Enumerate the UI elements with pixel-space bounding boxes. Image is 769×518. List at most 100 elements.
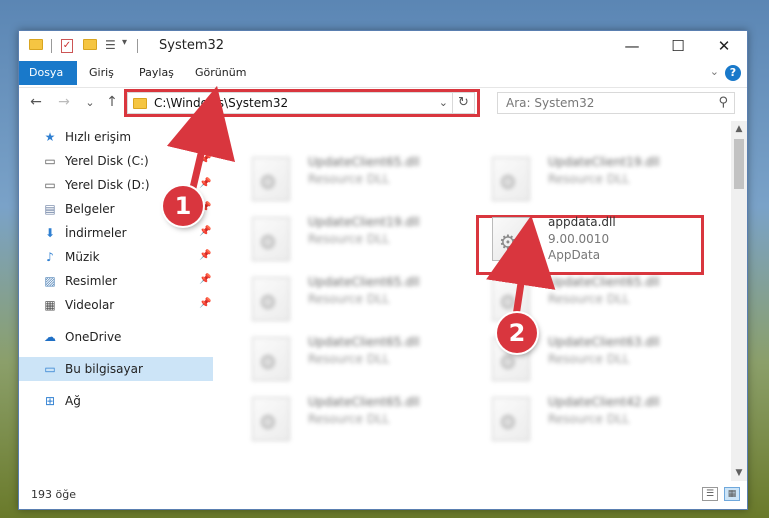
file-item[interactable]: ⚙ UpdateClient65.dll Resource DLL <box>238 331 458 383</box>
file-name: UpdateClient65.dll <box>308 155 420 169</box>
sidebar-item[interactable]: ▭ Yerel Disk (C:) 📌 <box>19 149 213 173</box>
file-description: Resource DLL <box>308 292 390 306</box>
pin-icon[interactable]: 📌 <box>199 274 211 285</box>
file-item[interactable]: ⚙ UpdateClient19.dll Resource DLL <box>238 211 458 263</box>
pin-icon[interactable]: 📌 <box>199 226 211 237</box>
dll-file-icon: ⚙ <box>252 217 290 261</box>
file-description: Resource DLL <box>548 412 630 426</box>
file-name: appdata.dll <box>548 215 616 229</box>
forward-button[interactable]: → <box>55 94 73 110</box>
file-description: Resource DLL <box>548 352 630 366</box>
divider <box>137 39 138 53</box>
videos-icon: ▦ <box>44 298 56 312</box>
sidebar-item-label: Videolar <box>65 298 115 312</box>
sidebar-item[interactable]: ☁ OneDrive <box>19 325 213 349</box>
file-item[interactable]: ⚙ appdata.dll 9.00.0010 AppData <box>478 211 698 263</box>
sidebar-item[interactable]: ▭ Bu bilgisayar <box>19 357 213 381</box>
file-name: UpdateClient65.dll <box>308 395 420 409</box>
folder-icon <box>29 39 43 50</box>
title-bar: ✓ ☰ ▾ System32 — ☐ ✕ <box>19 31 747 61</box>
file-name: UpdateClient65.dll <box>308 275 420 289</box>
sidebar-item[interactable]: ⊞ Ağ <box>19 389 213 413</box>
gear-icon: ⚙ <box>499 350 517 374</box>
large-icons-view-icon[interactable]: ▦ <box>724 487 740 501</box>
file-explorer-window: ✓ ☰ ▾ System32 — ☐ ✕ Dosya Giriş Paylaş … <box>18 30 748 510</box>
up-button[interactable]: ↑ <box>103 94 121 110</box>
downloads-icon: ⬇ <box>44 226 56 240</box>
gear-icon: ⚙ <box>499 170 517 194</box>
expand-ribbon-icon[interactable]: ⌄ <box>710 65 719 78</box>
file-name: UpdateClient65.dll <box>548 275 660 289</box>
gear-icon: ⚙ <box>499 230 517 254</box>
scroll-up-icon[interactable]: ▲ <box>731 121 747 137</box>
file-item[interactable]: ⚙ UpdateClient65.dll Resource DLL <box>238 271 458 323</box>
maximize-button[interactable]: ☐ <box>655 31 701 61</box>
sidebar-item-label: Ağ <box>65 394 81 408</box>
sidebar-item[interactable]: ▦ Videolar 📌 <box>19 293 213 317</box>
minimize-button[interactable]: — <box>609 31 655 61</box>
back-button[interactable]: ← <box>27 94 45 110</box>
sidebar-item[interactable]: ♪ Müzik 📌 <box>19 245 213 269</box>
gear-icon: ⚙ <box>259 290 277 314</box>
customize-quick-access-icon[interactable]: ☰ <box>105 38 116 52</box>
vertical-scrollbar[interactable]: ▲ ▼ <box>731 121 747 481</box>
pin-icon[interactable]: 📌 <box>199 154 211 165</box>
status-bar: 193 öğe ☰ ▦ <box>19 481 747 509</box>
sidebar-item[interactable]: ▨ Resimler 📌 <box>19 269 213 293</box>
help-icon[interactable]: ? <box>725 65 741 81</box>
file-name: UpdateClient63.dll <box>548 335 660 349</box>
file-company: AppData <box>548 248 601 262</box>
address-highlight <box>124 89 480 117</box>
sidebar-item-label: Resimler <box>65 274 118 288</box>
file-name: UpdateClient19.dll <box>548 155 660 169</box>
file-description: Resource DLL <box>308 412 390 426</box>
drive-c-icon: ▭ <box>44 154 56 168</box>
drive-d-icon: ▭ <box>44 178 56 192</box>
star-icon: ★ <box>44 130 56 144</box>
gear-icon: ⚙ <box>259 410 277 434</box>
sidebar-item-label: Müzik <box>65 250 100 264</box>
search-input[interactable]: Ara: System32 ⚲ <box>497 92 735 114</box>
gear-icon: ⚙ <box>259 230 277 254</box>
sidebar-item[interactable]: ★ Hızlı erişim <box>19 125 213 149</box>
pin-icon[interactable]: 📌 <box>199 178 211 189</box>
search-placeholder: Ara: System32 <box>506 96 595 110</box>
pin-icon[interactable]: 📌 <box>199 298 211 309</box>
new-folder-icon[interactable] <box>83 39 97 50</box>
pin-icon[interactable]: 📌 <box>199 250 211 261</box>
file-item[interactable]: ⚙ UpdateClient19.dll Resource DLL <box>478 151 698 203</box>
tab-giris[interactable]: Giriş <box>79 61 124 85</box>
tab-gorunum[interactable]: Görünüm <box>185 61 256 85</box>
dll-file-icon: ⚙ <box>252 397 290 441</box>
navigation-pane: ★ Hızlı erişim ▭ Yerel Disk (C:) 📌 ▭ Yerel Dis… <box>19 121 215 481</box>
scroll-down-icon[interactable]: ▼ <box>731 465 747 481</box>
file-description: Resource DLL <box>308 232 390 246</box>
pictures-icon: ▨ <box>44 274 56 288</box>
quick-access-dropdown-icon[interactable]: ▾ <box>122 37 127 51</box>
dll-file-icon: ⚙ <box>252 337 290 381</box>
divider <box>51 39 52 53</box>
this-pc-icon: ▭ <box>44 362 56 376</box>
step-badge-1: 1 <box>163 186 203 226</box>
properties-icon[interactable]: ✓ <box>61 39 73 53</box>
file-item[interactable]: ⚙ UpdateClient65.dll Resource DLL <box>238 151 458 203</box>
file-item[interactable]: ⚙ UpdateClient42.dll Resource DLL <box>478 391 698 443</box>
sidebar-item-label: İndirmeler <box>65 226 127 240</box>
tab-dosya[interactable]: Dosya <box>19 61 77 85</box>
tab-paylas[interactable]: Paylaş <box>129 61 184 85</box>
gear-icon: ⚙ <box>499 290 517 314</box>
file-description: Resource DLL <box>308 172 390 186</box>
dll-file-icon: ⚙ <box>252 157 290 201</box>
gear-icon: ⚙ <box>259 170 277 194</box>
gear-icon: ⚙ <box>259 350 277 374</box>
scroll-thumb[interactable] <box>734 139 744 189</box>
search-icon[interactable]: ⚲ <box>718 95 728 110</box>
details-view-icon[interactable]: ☰ <box>702 487 718 501</box>
item-count: 193 öğe <box>31 488 76 501</box>
file-item[interactable]: ⚙ UpdateClient65.dll Resource DLL <box>238 391 458 443</box>
close-button[interactable]: ✕ <box>701 31 747 61</box>
recent-locations-button[interactable]: ⌄ <box>81 96 99 109</box>
file-name: UpdateClient42.dll <box>548 395 660 409</box>
window-title: System32 <box>159 38 225 53</box>
file-description: Resource DLL <box>548 292 630 306</box>
